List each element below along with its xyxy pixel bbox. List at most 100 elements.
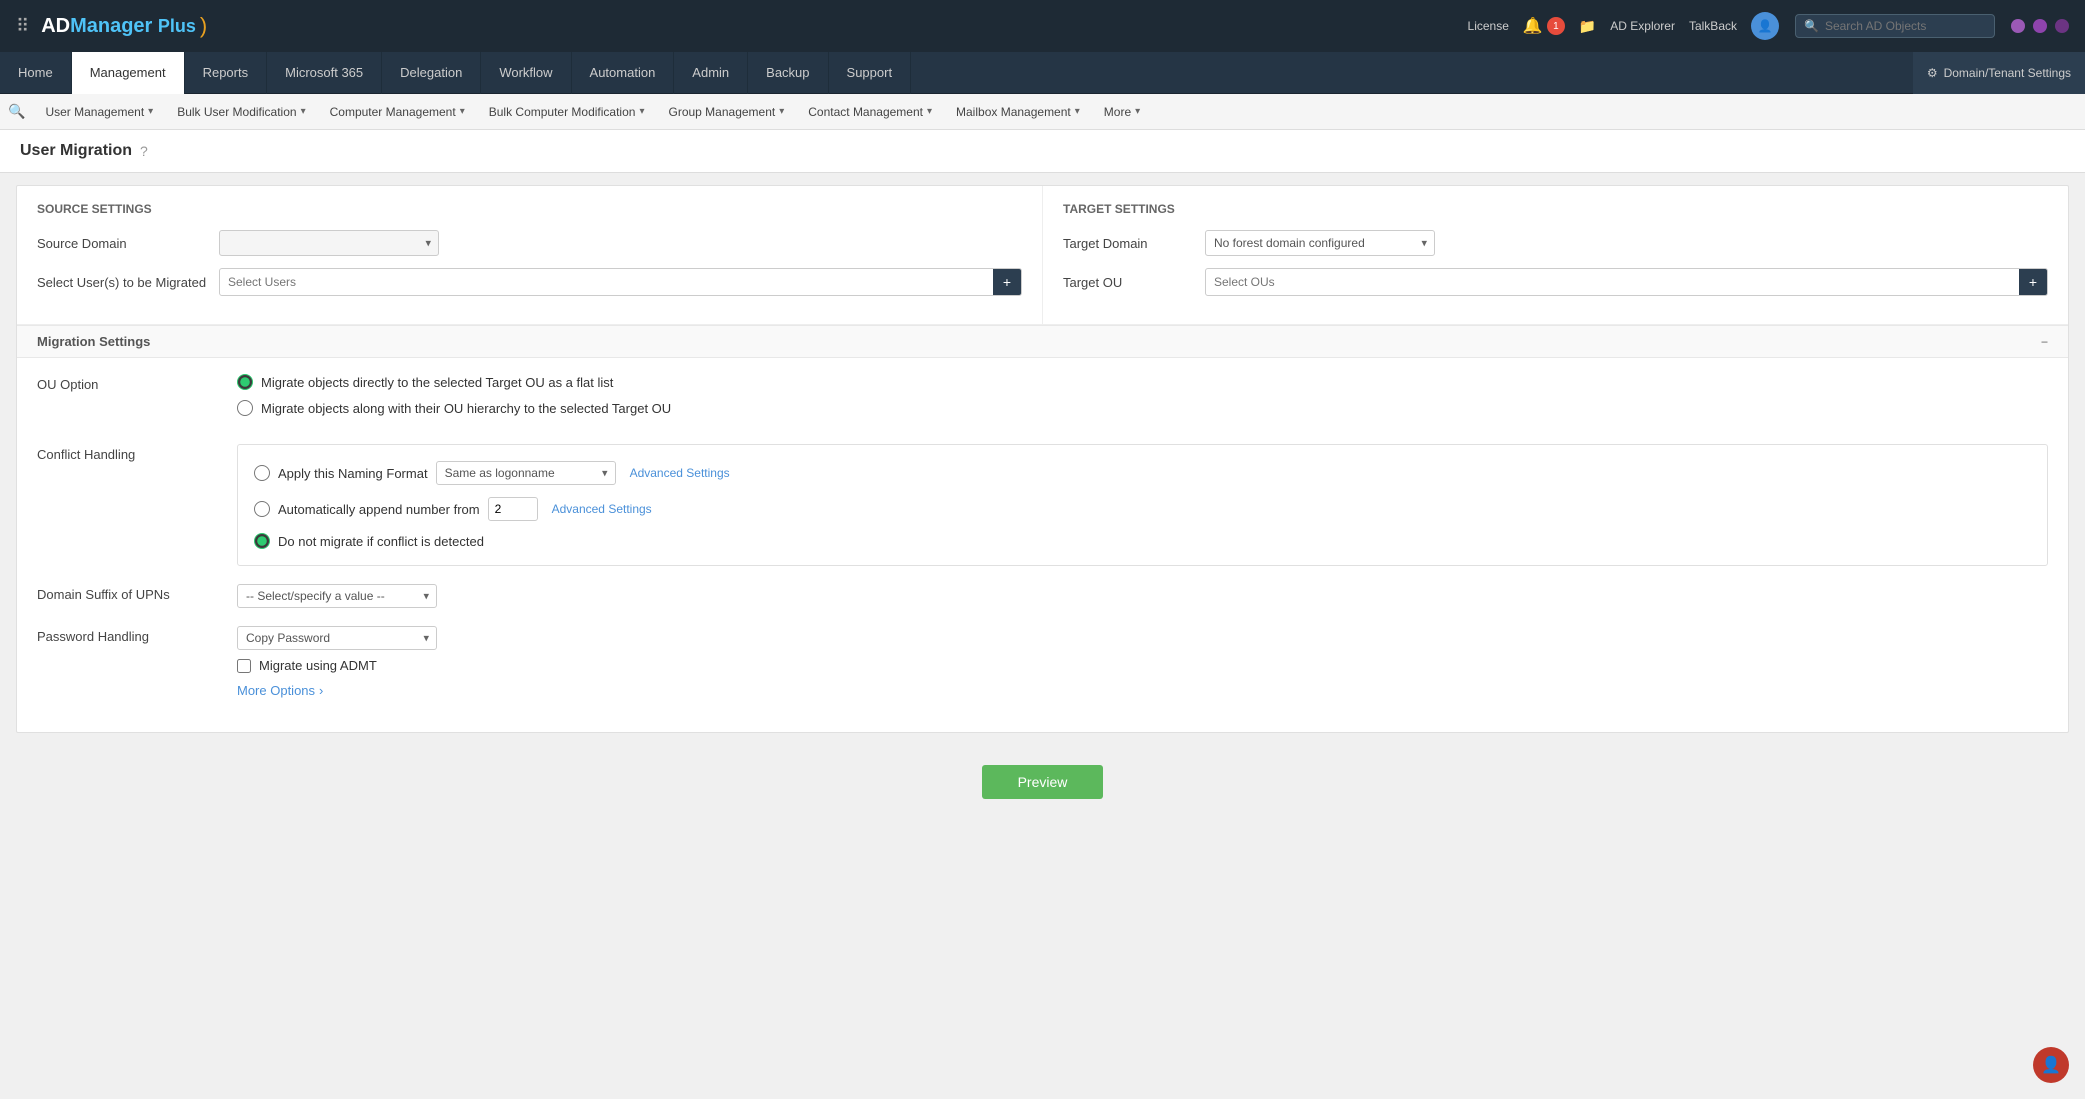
password-handling-select[interactable]: Copy Password bbox=[237, 626, 437, 650]
main-card: Source Settings Source Domain Select Use… bbox=[16, 185, 2069, 733]
conflict-handling-label: Conflict Handling bbox=[37, 444, 217, 462]
page-content: User Migration ? Source Settings Source … bbox=[0, 130, 2085, 1099]
domain-settings-label: Domain/Tenant Settings bbox=[1944, 66, 2071, 80]
subnav-group-label: Group Management bbox=[668, 105, 775, 119]
grid-icon[interactable]: ⠿ bbox=[16, 16, 29, 37]
subnav-contact-management[interactable]: Contact Management ▾ bbox=[798, 96, 942, 128]
subnav-bulk-user-mod[interactable]: Bulk User Modification ▾ bbox=[167, 96, 315, 128]
subnav-bulk-computer-mod[interactable]: Bulk Computer Modification ▾ bbox=[479, 96, 655, 128]
license-link[interactable]: License bbox=[1468, 19, 1509, 33]
logo-ad: AD bbox=[41, 15, 70, 37]
top-bar: ⠿ ADManager Plus ) License 🔔 1 📁 AD Expl… bbox=[0, 0, 2085, 52]
migration-settings-header: Migration Settings − bbox=[17, 325, 2068, 358]
target-ou-field: + bbox=[1205, 268, 2048, 296]
domain-settings-button[interactable]: ⚙ Domain/Tenant Settings bbox=[1913, 52, 2085, 94]
conflict-option-1-radio[interactable] bbox=[254, 465, 270, 481]
target-settings-title: Target Settings bbox=[1063, 202, 2048, 216]
conflict-box: Apply this Naming Format Same as logonna… bbox=[237, 444, 2048, 566]
ou-option-2-row: Migrate objects along with their OU hier… bbox=[237, 400, 2048, 416]
conflict-option-2-radio[interactable] bbox=[254, 501, 270, 517]
preview-button[interactable]: Preview bbox=[982, 765, 1104, 799]
conflict-options: Apply this Naming Format Same as logonna… bbox=[237, 444, 2048, 566]
chevron-down-icon-7: ▾ bbox=[1075, 106, 1080, 117]
nav-microsoft365[interactable]: Microsoft 365 bbox=[267, 52, 382, 94]
ou-option-label: OU Option bbox=[37, 374, 217, 392]
more-options-arrow-icon: › bbox=[319, 683, 323, 698]
target-ou-text-input[interactable] bbox=[1206, 270, 2019, 294]
conflict-naming-select-wrapper: Same as logonname bbox=[436, 461, 616, 485]
talkback-link[interactable]: TalkBack bbox=[1689, 19, 1737, 33]
select-users-add-button[interactable]: + bbox=[993, 269, 1021, 295]
conflict-option-3-radio[interactable] bbox=[254, 533, 270, 549]
nav-workflow[interactable]: Workflow bbox=[481, 52, 571, 94]
subnav-bulk-computer-label: Bulk Computer Modification bbox=[489, 105, 636, 119]
chevron-down-icon-4: ▾ bbox=[639, 106, 644, 117]
nav-home[interactable]: Home bbox=[0, 52, 72, 94]
password-handling-options: Copy Password Migrate using ADMT More Op… bbox=[237, 626, 2048, 698]
select-users-label: Select User(s) to be Migrated bbox=[37, 275, 207, 290]
subnav-search-icon[interactable]: 🔍 bbox=[8, 103, 25, 120]
subnav-mailbox-management[interactable]: Mailbox Management ▾ bbox=[946, 96, 1090, 128]
subnav-contact-label: Contact Management bbox=[808, 105, 923, 119]
select-users-text-input[interactable] bbox=[220, 270, 993, 294]
subnav-mailbox-label: Mailbox Management bbox=[956, 105, 1071, 119]
nav-automation[interactable]: Automation bbox=[572, 52, 675, 94]
domain-suffix-label: Domain Suffix of UPNs bbox=[37, 584, 217, 602]
source-domain-select-wrapper bbox=[219, 230, 439, 256]
user-avatar[interactable]: 👤 bbox=[1751, 12, 1779, 40]
conflict-adv-settings-2-link[interactable]: Advanced Settings bbox=[552, 502, 652, 516]
search-ad-input[interactable] bbox=[1825, 19, 1975, 33]
subnav-user-management[interactable]: User Management ▾ bbox=[35, 96, 163, 128]
source-domain-label: Source Domain bbox=[37, 236, 207, 251]
conflict-number-input[interactable] bbox=[488, 497, 538, 521]
target-ou-row: Target OU + bbox=[1063, 268, 2048, 296]
bottom-right-icon[interactable]: 👤 bbox=[2033, 1047, 2069, 1083]
bell-icon[interactable]: 🔔 bbox=[1523, 16, 1543, 36]
circle-purple2 bbox=[2033, 19, 2047, 33]
domain-suffix-row: Domain Suffix of UPNs -- Select/specify … bbox=[37, 584, 2048, 608]
nav-support[interactable]: Support bbox=[829, 52, 912, 94]
ou-option-row: OU Option Migrate objects directly to th… bbox=[37, 374, 2048, 426]
ou-option-2-radio[interactable] bbox=[237, 400, 253, 416]
nav-backup[interactable]: Backup bbox=[748, 52, 828, 94]
subnav-bulk-user-label: Bulk User Modification bbox=[177, 105, 296, 119]
ad-explorer-link[interactable]: AD Explorer bbox=[1610, 19, 1675, 33]
conflict-adv-settings-1-link[interactable]: Advanced Settings bbox=[630, 466, 730, 480]
source-target-row: Source Settings Source Domain Select Use… bbox=[17, 186, 2068, 325]
nav-bar: Home Management Reports Microsoft 365 De… bbox=[0, 52, 2085, 94]
target-domain-select[interactable]: No forest domain configured bbox=[1205, 230, 1435, 256]
top-right-links: License 🔔 1 📁 AD Explorer TalkBack 👤 bbox=[1468, 12, 1779, 40]
target-ou-input: + bbox=[1205, 268, 2048, 296]
search-icon: 🔍 bbox=[1804, 19, 1819, 33]
more-options-label: More Options bbox=[237, 683, 315, 698]
help-icon[interactable]: ? bbox=[140, 143, 148, 159]
target-ou-add-button[interactable]: + bbox=[2019, 269, 2047, 295]
status-circles bbox=[2011, 19, 2069, 33]
select-users-input: + bbox=[219, 268, 1022, 296]
collapse-icon[interactable]: − bbox=[2041, 335, 2048, 349]
more-options-link[interactable]: More Options › bbox=[237, 683, 323, 698]
nav-right: ⚙ Domain/Tenant Settings bbox=[1913, 52, 2085, 94]
search-ad-objects[interactable]: 🔍 bbox=[1795, 14, 1995, 38]
source-domain-select[interactable] bbox=[219, 230, 439, 256]
subnav-group-management[interactable]: Group Management ▾ bbox=[658, 96, 794, 128]
subnav-computer-management[interactable]: Computer Management ▾ bbox=[320, 96, 475, 128]
conflict-option-3-row: Do not migrate if conflict is detected bbox=[254, 533, 2031, 549]
conflict-option-2-label: Automatically append number from bbox=[278, 502, 480, 517]
ou-option-1-radio[interactable] bbox=[237, 374, 253, 390]
migrate-admt-row: Migrate using ADMT bbox=[237, 658, 2048, 673]
logo-plus: Plus bbox=[158, 16, 196, 36]
nav-delegation[interactable]: Delegation bbox=[382, 52, 481, 94]
migrate-admt-checkbox[interactable] bbox=[237, 659, 251, 673]
preview-bar: Preview bbox=[0, 745, 2085, 819]
nav-management[interactable]: Management bbox=[72, 52, 185, 94]
subnav-more[interactable]: More ▾ bbox=[1094, 96, 1150, 128]
conflict-naming-select[interactable]: Same as logonname bbox=[436, 461, 616, 485]
domain-suffix-select[interactable]: -- Select/specify a value -- bbox=[237, 584, 437, 608]
target-domain-label: Target Domain bbox=[1063, 236, 1193, 251]
nav-admin[interactable]: Admin bbox=[674, 52, 748, 94]
logo-accent-symbol: ) bbox=[200, 13, 207, 39]
nav-reports[interactable]: Reports bbox=[185, 52, 268, 94]
conflict-option-3-label: Do not migrate if conflict is detected bbox=[278, 534, 484, 549]
subnav-more-label: More bbox=[1104, 105, 1131, 119]
